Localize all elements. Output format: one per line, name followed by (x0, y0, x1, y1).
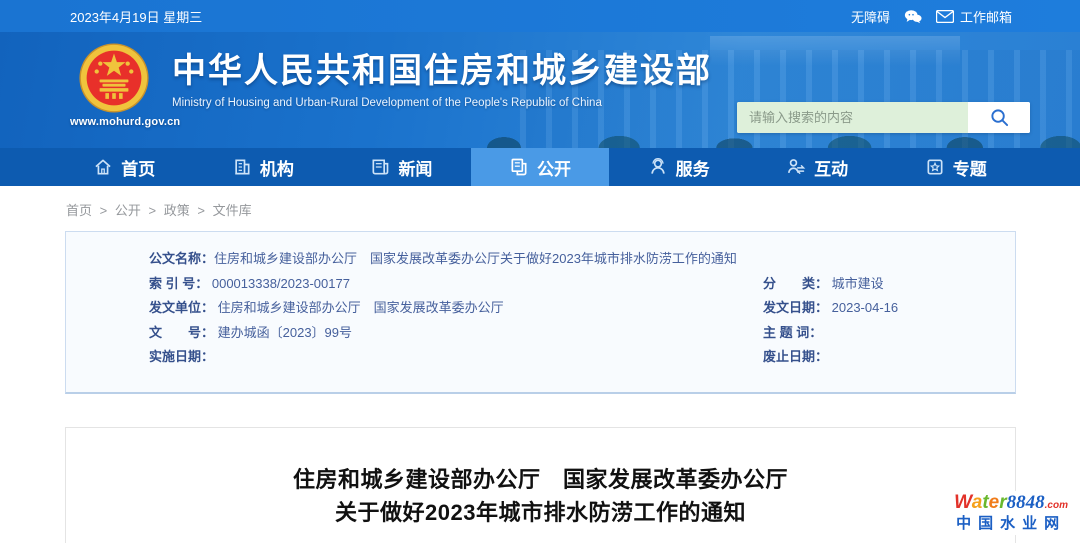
wechat-icon[interactable] (904, 9, 922, 24)
site-url: www.mohurd.gov.cn (70, 116, 158, 128)
site-title: 中华人民共和国住房和城乡建设部 (172, 52, 712, 91)
meta-value-doc-number: 建办城函〔2023〕99号 (218, 325, 352, 340)
service-agent-icon (648, 157, 668, 177)
nav-label: 首页 (121, 155, 155, 180)
meta-label-index-no: 索 引 号： (149, 276, 208, 291)
nav-item-home[interactable]: 首页 (55, 148, 194, 186)
meta-row: 文 号： 建办城函〔2023〕99号 主 题 词： (149, 321, 1015, 346)
site-brand[interactable]: www.mohurd.gov.cn 中华人民共和国住房和城乡建设部 Minist… (70, 40, 712, 128)
search-icon (990, 108, 1009, 127)
breadcrumb-home[interactable]: 首页 (66, 203, 92, 218)
meta-row: 索 引 号： 000013338/2023-00177 分 类： 城市建设 (149, 272, 1015, 297)
meta-label-doc-name: 公文名称： (149, 247, 214, 272)
site-subtitle: Ministry of Housing and Urban-Rural Deve… (172, 97, 712, 109)
meta-row-title: 公文名称： 住房和城乡建设部办公厅 国家发展改革委办公厅关于做好2023年城市排… (149, 247, 1015, 272)
nav-item-disclosure[interactable]: 公开 (471, 148, 610, 186)
top-bar: 2023年4月19日 星期三 无障碍 工作 (0, 0, 1080, 32)
nav-label: 互动 (814, 155, 848, 180)
meta-value-doc-name: 住房和城乡建设部办公厅 国家发展改革委办公厅关于做好2023年城市排水防涝工作的… (214, 247, 737, 272)
document-metadata-panel: 公文名称： 住房和城乡建设部办公厅 国家发展改革委办公厅关于做好2023年城市排… (65, 231, 1016, 394)
meta-value-issuing-unit: 住房和城乡建设部办公厅 国家发展改革委办公厅 (218, 300, 504, 315)
meta-value-category: 城市建设 (832, 276, 884, 291)
breadcrumb-separator: > (100, 203, 108, 218)
meta-row: 实施日期： 废止日期： (149, 345, 1015, 370)
breadcrumb-disclosure[interactable]: 公开 (115, 203, 141, 218)
document-title-line2: 关于做好2023年城市排水防涝工作的通知 (66, 496, 1015, 529)
current-date: 2023年4月19日 星期三 (70, 7, 202, 26)
nav-label: 公开 (537, 155, 571, 180)
meta-value-index-no: 000013338/2023-00177 (212, 276, 350, 291)
meta-label-issuing-unit: 发文单位： (149, 300, 214, 315)
nav-label: 机构 (260, 155, 294, 180)
nav-item-news[interactable]: 新闻 (332, 148, 471, 186)
site-header: www.mohurd.gov.cn 中华人民共和国住房和城乡建设部 Minist… (0, 32, 1080, 148)
breadcrumb-separator: > (149, 203, 157, 218)
meta-label-effective-date: 实施日期： (149, 349, 214, 364)
watermark-logo-number: 8848 (1007, 492, 1045, 513)
nav-label: 专题 (953, 155, 987, 180)
water8848-watermark: Water8848.com 中国水业网 (948, 491, 1074, 535)
meta-value-issue-date: 2023-04-16 (832, 300, 899, 315)
news-icon (370, 157, 390, 177)
disclosure-docs-icon (509, 157, 529, 177)
breadcrumb-separator: > (197, 203, 205, 218)
watermark-subtitle: 中国水业网 (954, 516, 1068, 533)
breadcrumb-library[interactable]: 文件库 (213, 203, 252, 218)
meta-label-subject-words: 主 题 词： (763, 325, 822, 340)
search-button[interactable] (968, 102, 1030, 133)
main-nav: 首页 机构 新闻 (0, 148, 1080, 186)
document-title-line1: 住房和城乡建设部办公厅 国家发展改革委办公厅 (66, 463, 1015, 496)
home-icon (93, 157, 113, 177)
nav-label: 服务 (676, 155, 710, 180)
nav-label: 新闻 (398, 155, 432, 180)
meta-row: 发文单位： 住房和城乡建设部办公厅 国家发展改革委办公厅 发文日期： 2023-… (149, 296, 1015, 321)
work-mailbox-label: 工作邮箱 (960, 7, 1012, 26)
national-emblem-icon (78, 42, 150, 114)
meta-label-issue-date: 发文日期： (763, 300, 828, 315)
nav-item-services[interactable]: 服务 (609, 148, 748, 186)
topic-star-icon (925, 157, 945, 177)
meta-label-category: 分 类： (763, 276, 828, 291)
accessibility-link[interactable]: 无障碍 (851, 7, 890, 26)
nav-item-topics[interactable]: 专题 (886, 148, 1025, 186)
org-building-icon (232, 157, 252, 177)
page: 2023年4月19日 星期三 无障碍 工作 (0, 0, 1080, 543)
watermark-logo-word: Water (954, 492, 1006, 513)
breadcrumb: 首页 > 公开 > 政策 > 文件库 (0, 186, 1080, 219)
document-content-panel: 住房和城乡建设部办公厅 国家发展改革委办公厅 关于做好2023年城市排水防涝工作… (65, 427, 1016, 543)
mail-icon (936, 10, 954, 23)
meta-label-doc-number: 文 号： (149, 325, 214, 340)
nav-item-interaction[interactable]: 互动 (748, 148, 887, 186)
interaction-icon (786, 157, 806, 177)
work-mailbox-link[interactable]: 工作邮箱 (936, 7, 1012, 26)
nav-item-organization[interactable]: 机构 (194, 148, 333, 186)
meta-label-repeal-date: 废止日期： (763, 349, 828, 364)
breadcrumb-policy[interactable]: 政策 (164, 203, 190, 218)
search-box (737, 102, 1030, 133)
search-input[interactable] (737, 102, 968, 133)
watermark-logo-tld: .com (1045, 500, 1068, 511)
